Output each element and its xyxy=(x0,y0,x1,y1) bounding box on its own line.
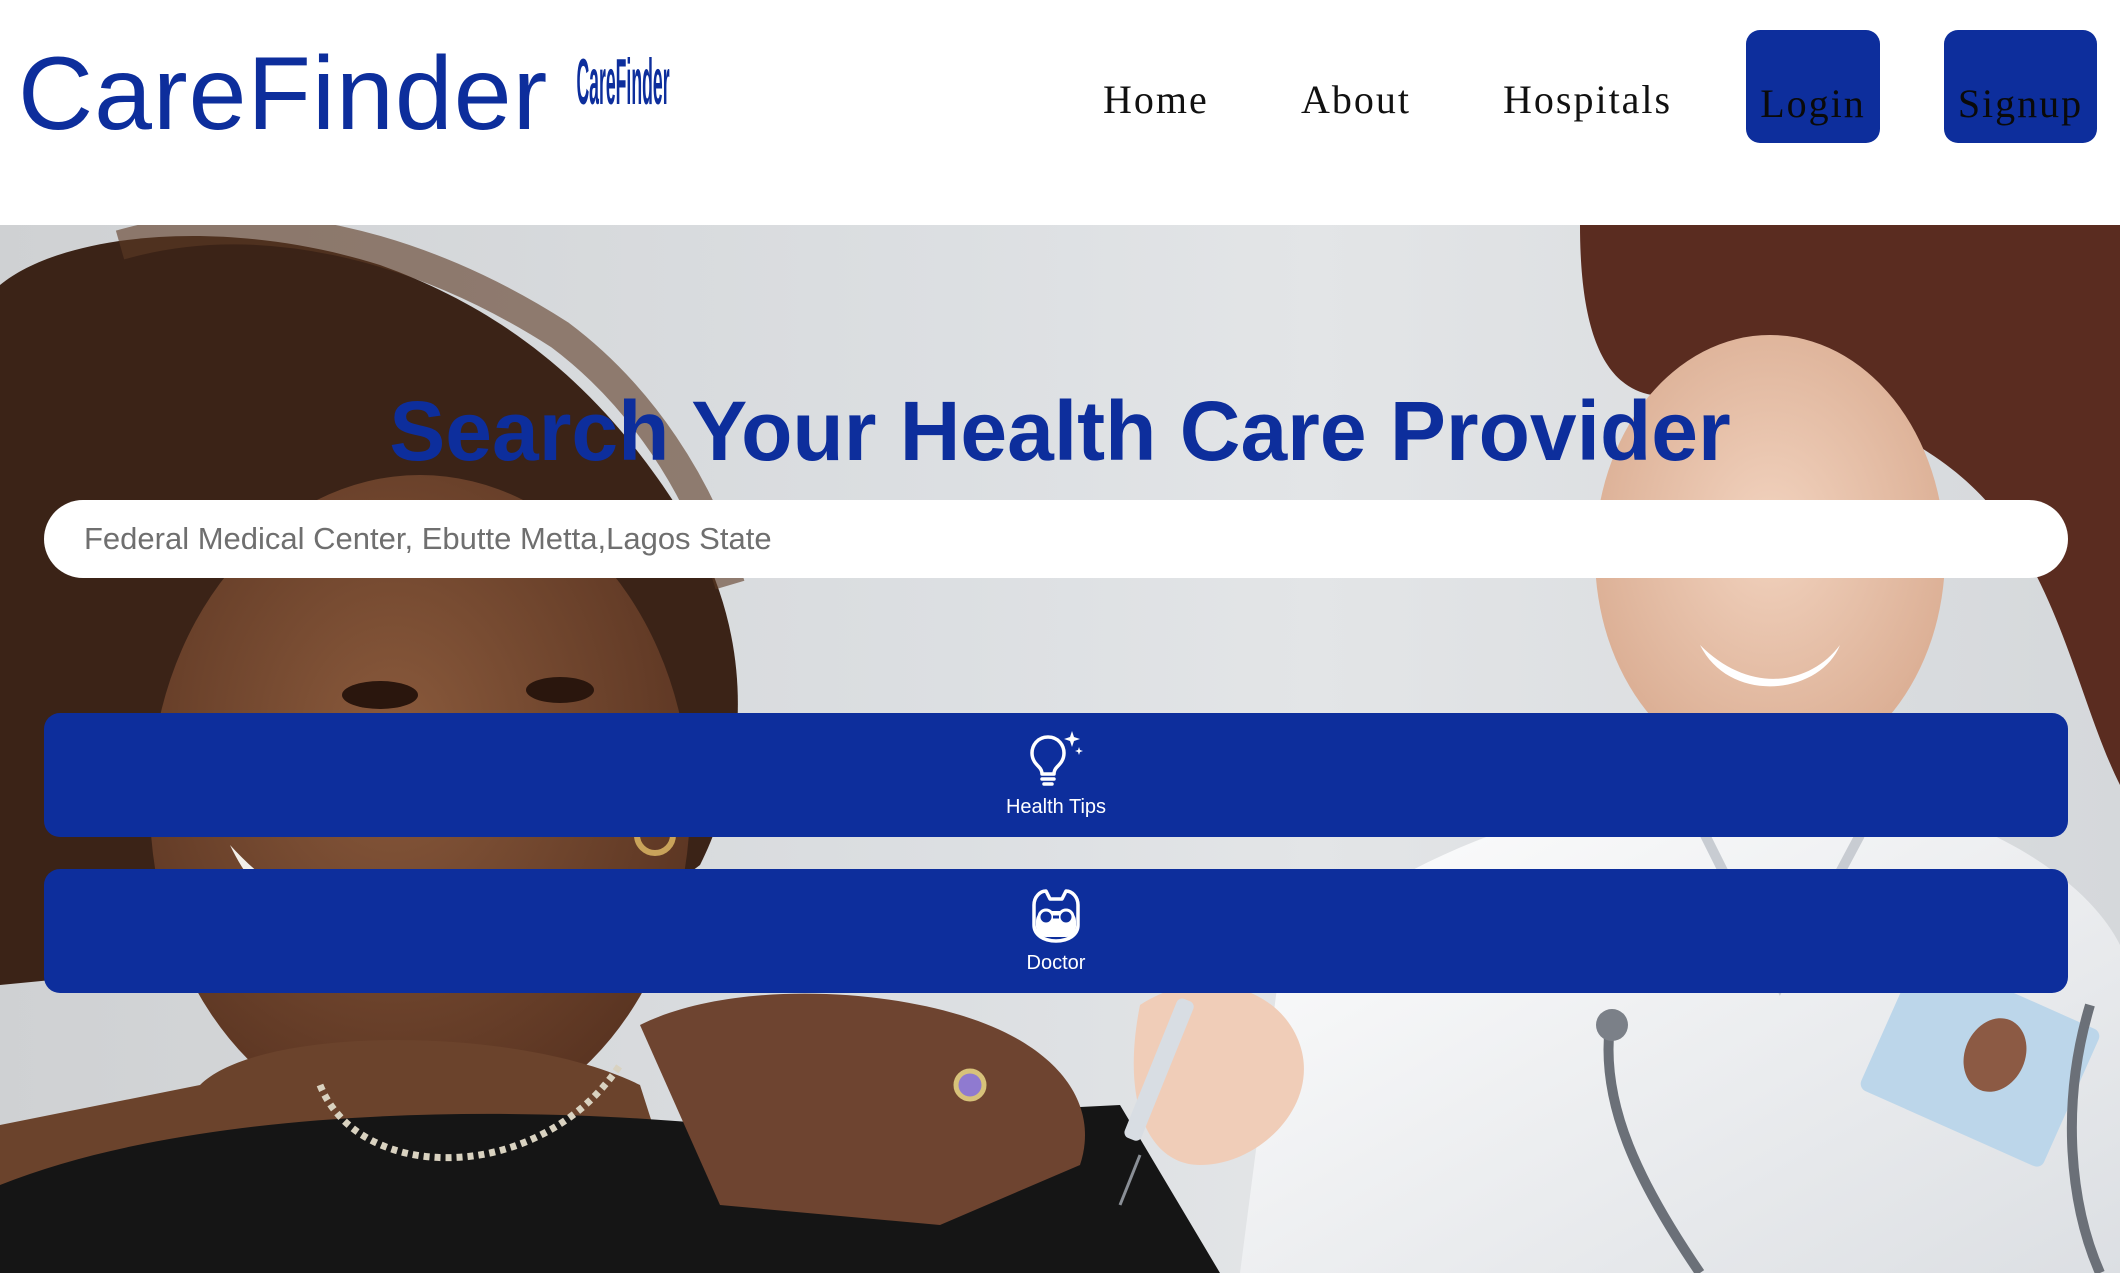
carefinder-logo[interactable]: CareFinder xyxy=(572,30,674,132)
svg-text:CareFinder: CareFinder xyxy=(576,47,669,119)
brand-name[interactable]: CareFinder xyxy=(18,34,548,154)
nav-about-link[interactable]: About xyxy=(1301,76,1411,123)
doctor-icon xyxy=(1032,889,1080,943)
health-tips-label: Health Tips xyxy=(1005,796,1107,818)
health-tips-card[interactable]: Health Tips xyxy=(44,713,2068,837)
signup-button[interactable]: Signup xyxy=(1944,30,2097,143)
nav-hospitals-link[interactable]: Hospitals xyxy=(1503,76,1672,123)
login-button[interactable]: Login xyxy=(1746,30,1880,143)
login-button-label: Login xyxy=(1760,81,1866,126)
nav-home-link[interactable]: Home xyxy=(1103,76,1209,123)
site-header: CareFinder CareFinder Home About Hospita… xyxy=(0,0,2120,225)
hero-section: Search Your Health Care Provider Health … xyxy=(0,225,2120,1273)
doctor-label: Doctor xyxy=(1026,952,1086,974)
signup-button-label: Signup xyxy=(1957,81,2084,126)
lightbulb-sparkle-icon xyxy=(1030,731,1083,786)
hospital-search-input[interactable] xyxy=(44,500,2068,578)
hero-title: Search Your Health Care Provider xyxy=(389,384,1731,479)
doctor-card[interactable]: Doctor xyxy=(44,869,2068,993)
